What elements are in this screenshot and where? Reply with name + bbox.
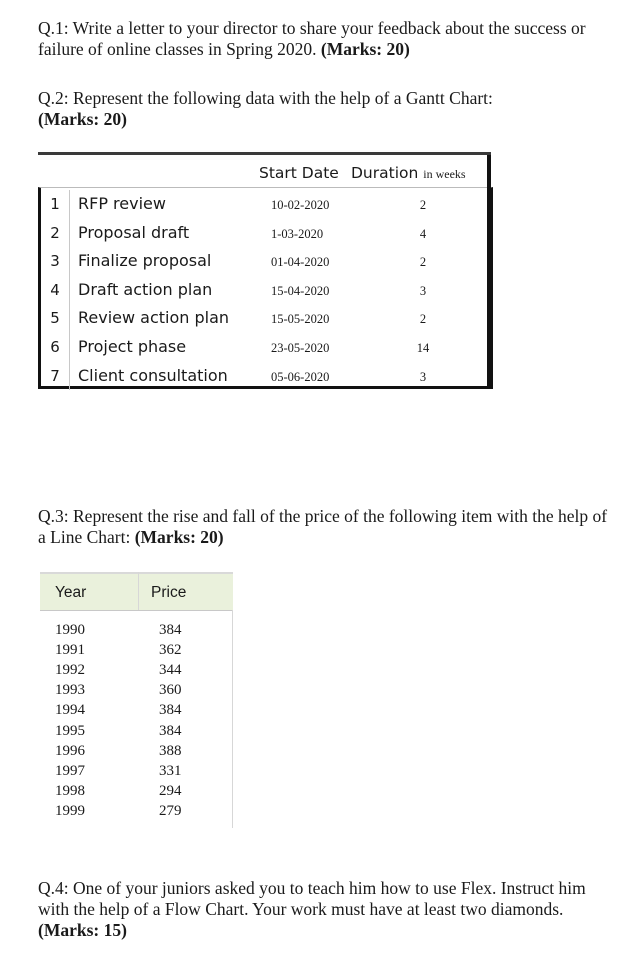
row-index: 7 — [41, 361, 70, 391]
question-3-marks: (Marks: 20) — [134, 527, 224, 547]
year-cell: 1990 — [55, 622, 85, 638]
price-cell: 294 — [159, 782, 182, 799]
start-date: 23-05-2020 — [271, 341, 330, 355]
task-name: Review action plan — [78, 308, 230, 328]
task-name: Project phase — [78, 337, 187, 356]
table-right-border — [487, 155, 491, 389]
year-cell: 1992 — [55, 662, 85, 679]
row-index: 3 — [41, 247, 70, 276]
question-3: Q.3: Represent the rise and fall of the … — [38, 506, 613, 548]
header-price: Price — [151, 584, 187, 601]
question-1-text: Q.1: Write a letter to your director to … — [38, 18, 586, 59]
row-index: 5 — [41, 304, 70, 333]
table-top-border — [38, 152, 491, 155]
table-row: 3 Finalize proposal 01-04-2020 2 — [41, 247, 487, 276]
price-table-header: Year Price — [40, 572, 233, 610]
table-row: 4 Draft action plan 15-04-2020 3 — [41, 275, 487, 305]
table-right-edge — [232, 610, 233, 828]
start-date: 10-02-2020 — [271, 198, 330, 212]
price-data-table: Year Price 1990 384 1991 362 1992 344 1993 360 1… — [40, 572, 233, 828]
year-cell: 1991 — [55, 642, 85, 659]
question-2-marks: (Marks: 20) — [38, 109, 127, 129]
price-cell: 388 — [159, 742, 182, 759]
duration-weeks: 3 — [419, 369, 427, 384]
task-name: Proposal draft — [78, 222, 190, 242]
year-cell: 1999 — [55, 802, 85, 819]
duration-weeks: 14 — [416, 341, 430, 355]
question-4-text: Q.4: One of your juniors asked you to te… — [38, 878, 586, 919]
gantt-data-table: Start Date Duration in weeks 1 RFP review… — [38, 152, 493, 391]
year-cell: 1998 — [55, 782, 85, 799]
row-index: 6 — [41, 333, 70, 362]
year-cell: 1997 — [55, 762, 85, 779]
row-index: 1 — [41, 190, 70, 219]
question-3-text: Q.3: Represent the rise and fall of the … — [38, 506, 608, 547]
start-date: 15-05-2020 — [271, 312, 330, 327]
header-start-date: Start Date — [259, 164, 339, 182]
start-date: 05-06-2020 — [271, 369, 330, 384]
header-column-divider — [138, 572, 139, 610]
row-index: 4 — [41, 275, 70, 305]
question-2-text: Q.2: Represent the following data with t… — [38, 88, 493, 108]
task-name: Finalize proposal — [78, 251, 212, 271]
table-row: 6 Project phase 23-05-2020 14 — [41, 333, 487, 362]
start-date: 1-03-2020 — [271, 226, 324, 241]
question-4-marks: (Marks: 15) — [38, 920, 127, 940]
duration-weeks: 2 — [419, 198, 427, 212]
question-1-marks: (Marks: 20) — [320, 39, 410, 59]
header-duration-unit: in weeks — [423, 167, 466, 181]
year-cell: 1994 — [55, 702, 85, 719]
year-cell: 1993 — [55, 682, 85, 699]
duration-weeks: 4 — [419, 226, 427, 241]
price-cell: 344 — [159, 662, 182, 679]
question-4: Q.4: One of your juniors asked you to te… — [38, 878, 613, 941]
header-duration: Duration in weeks — [351, 164, 466, 182]
price-cell: 384 — [159, 702, 182, 719]
task-name: Client consultation — [78, 365, 228, 385]
year-cell: 1996 — [55, 742, 85, 759]
header-rule — [40, 610, 233, 611]
header-duration-label: Duration — [351, 164, 419, 182]
price-cell: 360 — [159, 682, 182, 699]
price-cell: 362 — [159, 642, 182, 659]
start-date: 15-04-2020 — [271, 283, 330, 298]
price-cell: 279 — [159, 802, 182, 819]
question-2: Q.2: Represent the following data with t… — [38, 88, 613, 130]
task-name: Draft action plan — [78, 279, 213, 299]
table-row: 7 Client consultation 05-06-2020 3 — [41, 361, 487, 391]
row-index: 2 — [41, 218, 70, 248]
table-row: 1 RFP review 10-02-2020 2 — [41, 190, 487, 219]
price-cell: 384 — [159, 722, 182, 739]
start-date: 01-04-2020 — [271, 255, 330, 270]
question-1: Q.1: Write a letter to your director to … — [38, 18, 613, 60]
year-cell: 1995 — [55, 722, 85, 739]
duration-weeks: 3 — [419, 283, 427, 298]
header-year: Year — [55, 584, 87, 601]
task-name: RFP review — [78, 194, 166, 213]
duration-weeks: 2 — [419, 312, 427, 327]
duration-weeks: 2 — [419, 255, 427, 270]
table-row: 5 Review action plan 15-05-2020 2 — [41, 304, 487, 333]
table-row: 2 Proposal draft 1-03-2020 4 — [41, 218, 487, 248]
price-cell: 331 — [159, 762, 182, 779]
price-cell: 384 — [159, 622, 182, 638]
